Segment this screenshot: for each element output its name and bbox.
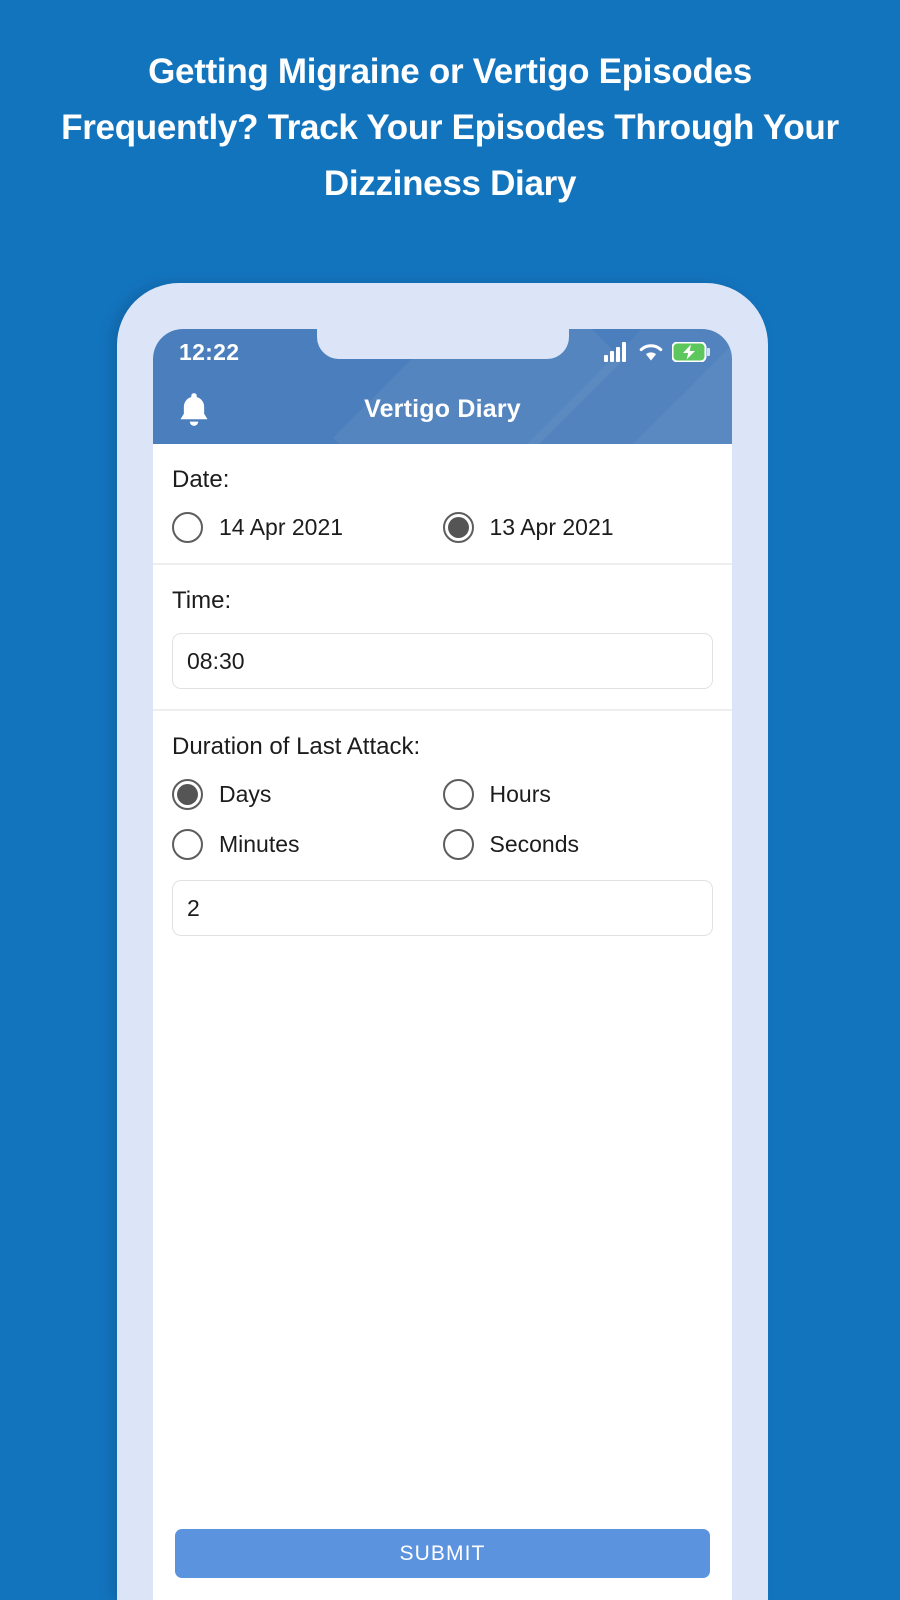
- promo-headline: Getting Migraine or Vertigo Episodes Fre…: [61, 52, 839, 203]
- status-bar: 12:22: [153, 329, 732, 375]
- duration-option-label: Hours: [489, 781, 551, 807]
- submit-area: SUBMIT: [153, 1529, 732, 1578]
- duration-option-seconds[interactable]: Seconds: [442, 829, 714, 860]
- battery-charging-icon: [672, 342, 710, 362]
- date-option-label: 14 Apr 2021: [219, 514, 344, 540]
- radio-icon-unselected[interactable]: [172, 512, 203, 543]
- wifi-icon: [639, 343, 663, 360]
- radio-icon-selected[interactable]: [172, 779, 203, 810]
- time-label: Time:: [172, 587, 232, 614]
- form-body: Date: 14 Apr 2021 13 Apr 2021 Time: 08:3…: [153, 444, 732, 1600]
- status-icons: [604, 342, 710, 362]
- radio-icon-unselected[interactable]: [172, 829, 203, 860]
- date-radio-group: 14 Apr 2021 13 Apr 2021: [172, 512, 713, 543]
- radio-icon-unselected[interactable]: [442, 779, 474, 810]
- phone-screen: 12:22 Vertigo Diary Date: 14 Apr 2021 13…: [153, 329, 732, 1600]
- duration-radio-group: Days Hours Minutes Seconds: [172, 779, 713, 860]
- duration-option-label: Seconds: [489, 831, 580, 857]
- phone-frame: 12:22 Vertigo Diary Date: 14 Apr 2021 13…: [117, 283, 768, 1600]
- status-time: 12:22: [179, 338, 240, 365]
- date-option-14apr[interactable]: 14 Apr 2021: [172, 512, 443, 543]
- duration-option-label: Days: [219, 781, 272, 807]
- duration-option-label: Minutes: [219, 831, 300, 857]
- duration-label: Duration of Last Attack:: [172, 733, 421, 760]
- time-section: Time: 08:30: [153, 565, 732, 711]
- duration-input[interactable]: 2: [172, 880, 713, 936]
- app-title: Vertigo Diary: [364, 395, 521, 423]
- radio-icon-selected[interactable]: [442, 512, 474, 543]
- app-bar: Vertigo Diary: [153, 375, 732, 444]
- duration-option-hours[interactable]: Hours: [442, 779, 714, 810]
- duration-option-days[interactable]: Days: [172, 779, 443, 810]
- signal-icon: [604, 342, 626, 362]
- radio-icon-unselected[interactable]: [442, 829, 474, 860]
- date-section: Date: 14 Apr 2021 13 Apr 2021: [153, 444, 732, 565]
- date-label: Date:: [172, 466, 230, 493]
- duration-section: Duration of Last Attack: Days Hours Minu…: [153, 711, 732, 1600]
- submit-button[interactable]: SUBMIT: [175, 1529, 710, 1578]
- date-option-13apr[interactable]: 13 Apr 2021: [442, 512, 714, 543]
- time-input[interactable]: 08:30: [172, 633, 713, 689]
- duration-option-minutes[interactable]: Minutes: [172, 829, 443, 860]
- app-header: 12:22 Vertigo Diary: [153, 329, 732, 444]
- date-option-label: 13 Apr 2021: [489, 514, 614, 540]
